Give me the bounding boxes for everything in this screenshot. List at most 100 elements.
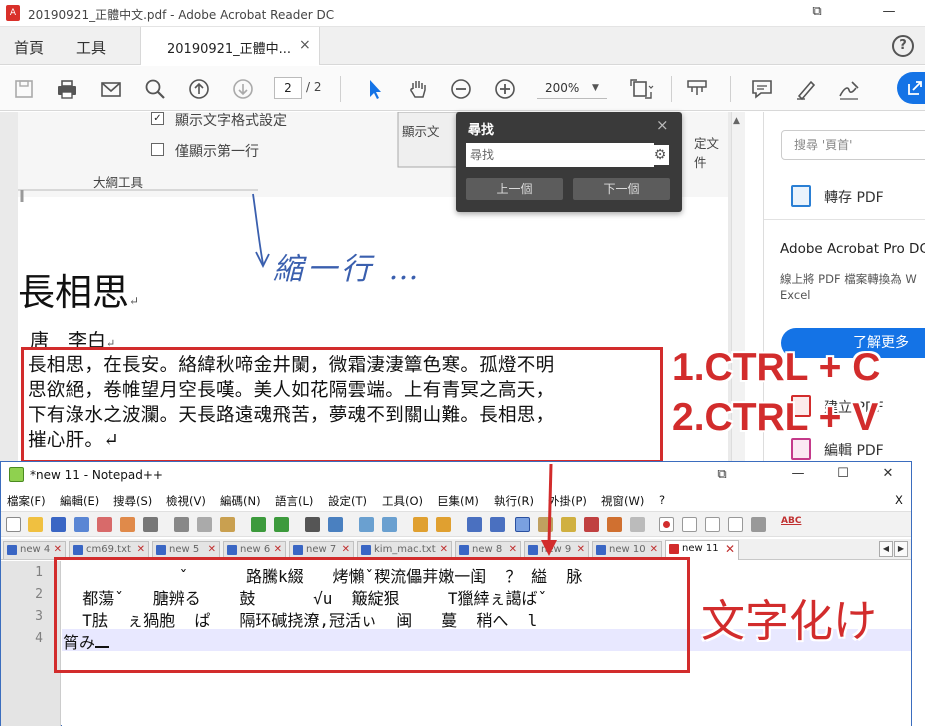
print-icon[interactable] (54, 76, 80, 102)
menu-view[interactable]: 檢視(V) (166, 493, 206, 509)
maximize-icon[interactable]: ☐ (832, 466, 854, 481)
close-tab-icon[interactable]: ✕ (650, 542, 658, 558)
tool-export-pdf[interactable]: 轉存 PDF (824, 187, 884, 207)
close-tab-icon[interactable]: ✕ (342, 542, 350, 558)
sync-vertical-icon[interactable] (413, 517, 428, 532)
menu-encoding[interactable]: 編碼(N) (220, 493, 261, 509)
nav-home[interactable]: 首頁 (14, 37, 44, 58)
find-input[interactable]: 尋找 (466, 143, 654, 167)
redo-icon[interactable] (274, 517, 289, 532)
show-all-chars-icon[interactable] (490, 517, 505, 532)
clipboard-history-icon[interactable] (630, 517, 645, 532)
close-tab-icon[interactable]: ✕ (725, 541, 735, 557)
close-file-icon[interactable] (97, 517, 112, 532)
tool-edit-pdf[interactable]: 編輯 PDF (824, 440, 884, 460)
close-document-icon[interactable]: X (895, 493, 903, 507)
sign-icon[interactable] (836, 76, 862, 102)
find-previous-button[interactable]: 上一個 (466, 178, 563, 200)
menu-language[interactable]: 語言(L) (275, 493, 313, 509)
tab-scroll-right-icon[interactable]: ▶ (894, 541, 908, 557)
document-tab[interactable]: 20190921_正體中... × (140, 27, 320, 65)
minimize-icon[interactable]: — (787, 466, 809, 481)
gear-icon[interactable]: ⚙ (651, 145, 669, 165)
spell-check-icon[interactable]: ABC (781, 516, 801, 526)
play-macro-icon[interactable] (705, 517, 720, 532)
highlight-pen-icon[interactable] (793, 76, 819, 102)
close-tab-icon[interactable]: ✕ (509, 542, 517, 558)
zoom-out-icon[interactable] (448, 76, 474, 102)
hand-tool-icon[interactable] (405, 76, 431, 102)
zoom-out-icon[interactable] (382, 517, 397, 532)
page-up-icon[interactable] (186, 76, 212, 102)
chevron-down-icon[interactable]: ▼ (592, 77, 599, 99)
comment-icon[interactable] (749, 76, 775, 102)
acrobat-app-icon: A (6, 5, 20, 21)
search-zoom-icon[interactable] (142, 76, 168, 102)
open-file-icon[interactable] (28, 517, 43, 532)
find-next-button[interactable]: 下一個 (573, 178, 670, 200)
fit-page-icon[interactable] (628, 76, 654, 102)
select-cursor-icon[interactable] (362, 76, 388, 102)
undo-icon[interactable] (251, 517, 266, 532)
close-icon[interactable]: × (656, 116, 669, 134)
menu-window[interactable]: 視窗(W) (601, 493, 644, 509)
close-tab-icon[interactable]: ✕ (208, 542, 216, 558)
minimize-icon[interactable]: — (878, 4, 900, 19)
stop-macro-icon[interactable] (682, 517, 697, 532)
record-macro-icon[interactable] (659, 517, 674, 532)
menu-edit[interactable]: 編輯(E) (60, 493, 99, 509)
copy-icon[interactable] (197, 517, 212, 532)
nav-tools[interactable]: 工具 (76, 37, 106, 58)
indent-guide-icon[interactable] (515, 517, 530, 532)
zoom-in-icon[interactable] (359, 517, 374, 532)
close-tab-icon[interactable]: × (299, 37, 311, 53)
menu-help[interactable]: ? (659, 493, 665, 507)
tools-search-input[interactable]: 搜尋 '頁首' (781, 130, 925, 160)
page-down-icon[interactable] (230, 76, 256, 102)
scroll-mode-icon[interactable] (684, 76, 710, 102)
run-macro-multiple-icon[interactable] (728, 517, 743, 532)
close-tab-icon[interactable]: ✕ (54, 542, 62, 558)
notepadpp-titlebar: *new 11 - Notepad++ ⧉ — ☐ ✕ (1, 462, 911, 489)
menu-run[interactable]: 執行(R) (494, 493, 534, 509)
menu-file[interactable]: 檔案(F) (7, 493, 46, 509)
menu-search[interactable]: 搜尋(S) (113, 493, 152, 509)
close-tab-icon[interactable]: ✕ (137, 542, 145, 558)
help-icon[interactable]: ? (892, 35, 914, 57)
close-tab-icon[interactable]: ✕ (577, 542, 585, 558)
find-icon[interactable] (305, 517, 320, 532)
paste-arrow (541, 463, 557, 556)
acrobat-window-title: 20190921_正體中文.pdf - Adobe Acrobat Reader… (28, 8, 335, 22)
tab-scroll-left-icon[interactable]: ◀ (879, 541, 893, 557)
menu-tools[interactable]: 工具(O) (382, 493, 423, 509)
monitoring-icon[interactable] (607, 517, 622, 532)
save-all-icon[interactable] (74, 517, 89, 532)
close-tab-icon[interactable]: ✕ (274, 542, 282, 558)
print-icon[interactable] (143, 517, 158, 532)
save-macro-icon[interactable] (751, 517, 766, 532)
file-icon (227, 545, 237, 555)
close-all-icon[interactable] (120, 517, 135, 532)
paste-icon[interactable] (220, 517, 235, 532)
save-icon[interactable] (11, 76, 37, 102)
menu-settings[interactable]: 設定(T) (328, 493, 367, 509)
word-wrap-icon[interactable] (467, 517, 482, 532)
close-icon[interactable]: ✕ (877, 466, 899, 481)
scroll-up-arrow[interactable]: ▲ (733, 116, 740, 126)
page-number-input[interactable]: 2 (274, 77, 302, 99)
save-icon[interactable] (51, 517, 66, 532)
restore-icon[interactable]: ⧉ (806, 4, 828, 19)
zoom-in-icon[interactable] (492, 76, 518, 102)
restore-icon[interactable]: ⧉ (711, 467, 733, 482)
replace-icon[interactable] (328, 517, 343, 532)
scan-check-label-2: 僅顯示第一行 (175, 144, 259, 160)
close-tab-icon[interactable]: ✕ (440, 542, 448, 558)
folder-as-workspace-icon[interactable] (584, 517, 599, 532)
share-icon[interactable] (897, 72, 925, 104)
cut-icon[interactable] (174, 517, 189, 532)
function-list-icon[interactable] (561, 517, 576, 532)
new-file-icon[interactable] (6, 517, 21, 532)
email-icon[interactable] (98, 76, 124, 102)
menu-macro[interactable]: 巨集(M) (437, 493, 479, 509)
sync-horizontal-icon[interactable] (436, 517, 451, 532)
